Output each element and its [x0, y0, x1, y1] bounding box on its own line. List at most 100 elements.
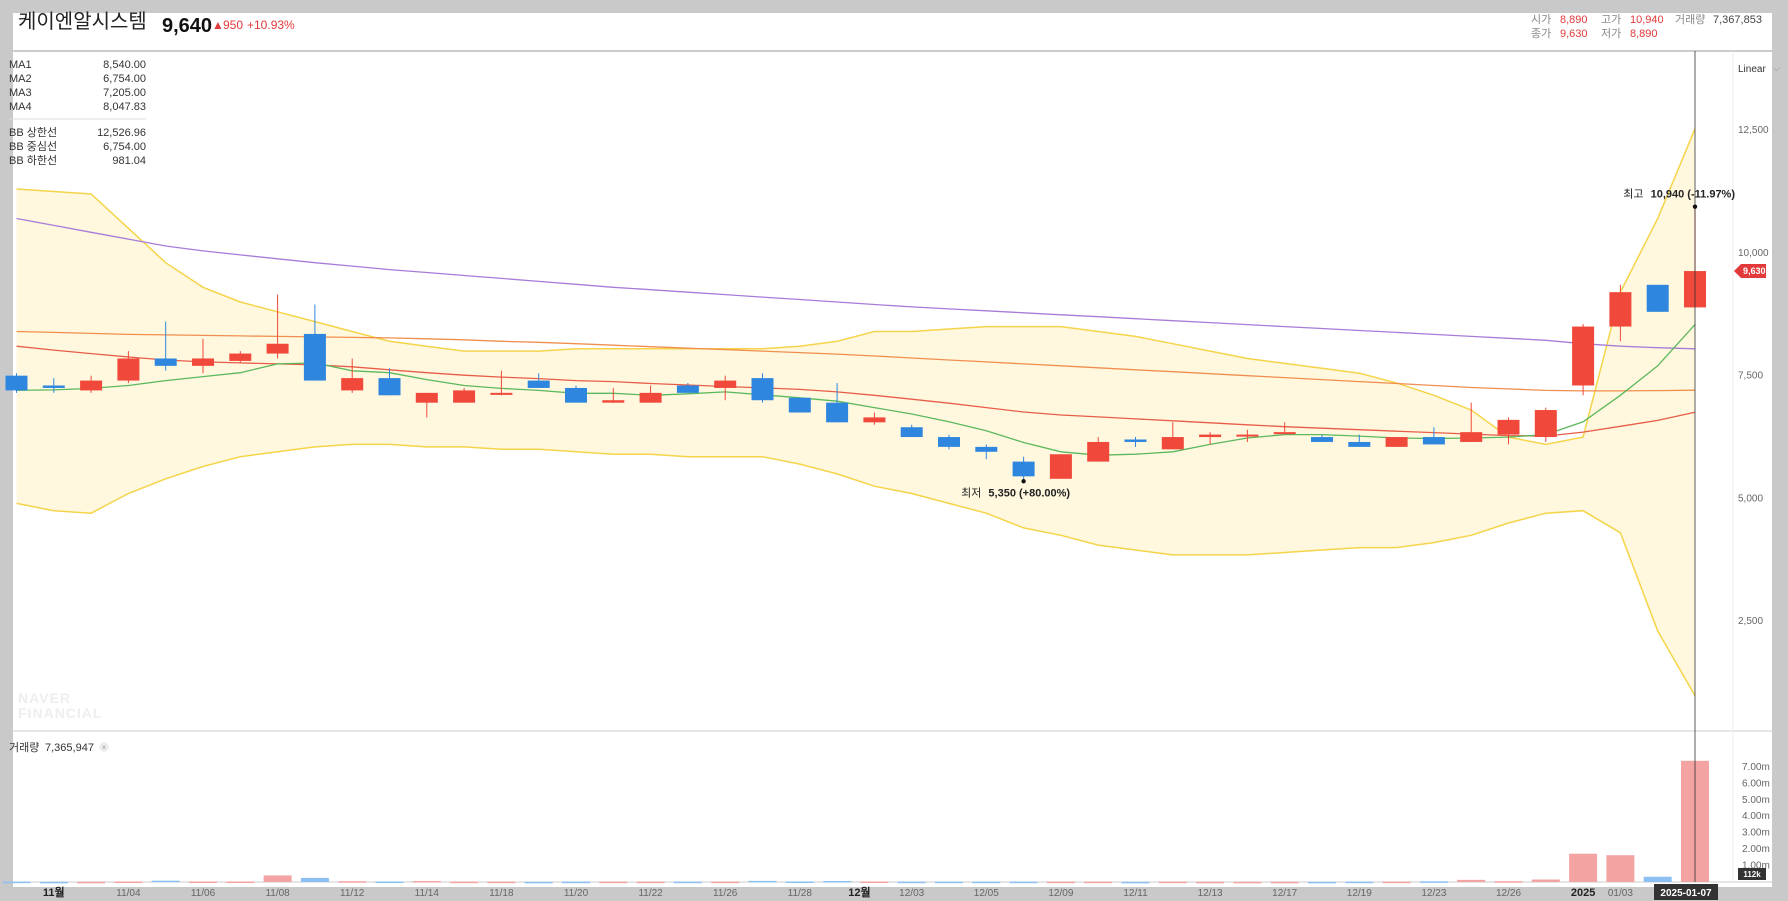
date-tag-text: 2025-01-07: [1660, 888, 1712, 899]
close-label: 종가: [1531, 27, 1551, 40]
y-tick-label: 10,000: [1738, 248, 1769, 259]
x-tick-label: 12/03: [899, 888, 924, 899]
y-tick-label: 5,000: [1738, 493, 1763, 504]
candle-body: [1572, 326, 1595, 386]
high-annotation-text: 10,940 (-11.97%): [1651, 189, 1736, 201]
x-tick-label: 11/04: [116, 888, 141, 899]
candle-body: [1087, 441, 1110, 462]
low-label: 저가: [1601, 27, 1621, 40]
volume-bar: [338, 881, 367, 883]
x-tick-label: 11/08: [265, 888, 290, 899]
candle-body: [676, 385, 699, 393]
watermark-line2: FINANCIAL: [18, 705, 102, 721]
candle-body: [826, 402, 849, 423]
volume-bar: [1345, 881, 1374, 884]
x-tick-label: 12/05: [974, 888, 999, 899]
candle-body: [1049, 454, 1072, 479]
volume-bar: [748, 880, 777, 883]
volume-bar: [375, 881, 404, 884]
low-annotation: 최저 5,350 (+80.00%): [961, 486, 1070, 499]
change-abs: 950: [223, 18, 243, 32]
x-tick-label: 11/20: [564, 888, 589, 899]
volume-panel-label: 거래량: [9, 741, 39, 754]
volume-bar: [151, 880, 180, 883]
x-tick-label: 11/18: [489, 888, 514, 899]
volume-bar: [450, 881, 479, 884]
candle-body: [42, 385, 65, 388]
y-tick-label: 7,500: [1738, 371, 1763, 382]
x-axis-ticks: 11월 11/04 11/06 11/08 11/12 11/14 11/18 11/20 11…: [43, 885, 1633, 899]
low-annotation-label: 최저: [961, 486, 981, 499]
candle-body: [1385, 437, 1408, 447]
legend-ma2-name: MA2: [9, 73, 32, 85]
x-tick-label: 11월: [43, 885, 65, 899]
candle: [1646, 284, 1669, 312]
candle-body: [154, 358, 177, 366]
volume-bar: [1158, 881, 1187, 884]
scale-selector[interactable]: Linear ⌵: [1738, 63, 1780, 75]
high-marker: [1692, 204, 1698, 209]
volume-bar: [1196, 881, 1225, 884]
current-price-tag-text: 9,630: [1743, 266, 1766, 276]
volume-bar: [487, 881, 516, 884]
low-marker: [1021, 479, 1026, 484]
x-tick-label: 12/17: [1272, 888, 1297, 899]
legend-bb-upper-value: 12,526.96: [97, 127, 146, 139]
candle-body: [1422, 437, 1445, 445]
x-tick-label: 2025: [1571, 887, 1595, 899]
y-tick-label: 12,500: [1738, 125, 1769, 136]
legend-bb-lower-value: 981.04: [112, 155, 146, 167]
volume-bar: [300, 877, 329, 882]
candle-body: [1273, 432, 1296, 435]
candle-body: [1236, 434, 1259, 437]
x-tick-label: 12/23: [1421, 888, 1446, 899]
high-annotation-label: 최고: [1623, 188, 1643, 201]
close-icon: ×: [102, 743, 107, 752]
candle-body: [5, 375, 28, 391]
close-value: 9,630: [1560, 28, 1588, 40]
stock-chart: 케이엔알시스템 9,640 ▲ 950 +10.93% 시가 8,890 고가 …: [2, 10, 1780, 900]
candle: [1534, 407, 1557, 442]
candle-body: [527, 380, 550, 388]
high-label: 고가: [1601, 13, 1621, 26]
legend-bb-upper-name: BB 상한선: [9, 126, 57, 139]
volume-bar: [2, 881, 31, 884]
volume-bar: [1569, 853, 1598, 882]
legend-ma1-value: 8,540.00: [103, 59, 146, 71]
volume-bar: [524, 881, 553, 884]
volume-bar: [1643, 876, 1672, 882]
x-tick-label: 12/19: [1347, 888, 1372, 899]
legend-ma2-value: 6,754.00: [103, 73, 146, 85]
candle-body: [303, 333, 326, 381]
volume-bar: [189, 881, 217, 884]
volume-bar: [1270, 881, 1299, 884]
x-tick-label: 11/26: [713, 888, 738, 899]
open-label: 시가: [1531, 13, 1551, 26]
candle-body: [229, 353, 252, 361]
volume-bar: [263, 875, 292, 882]
x-tick-label: 12/09: [1048, 888, 1073, 899]
candle-body: [938, 437, 960, 447]
volume-label: 거래량: [1675, 13, 1705, 26]
volume-bar: [39, 881, 68, 884]
x-tick-label: 11/28: [788, 888, 813, 899]
volume-bar: [636, 881, 665, 884]
current-price: 9,640: [162, 15, 212, 37]
candle-body: [788, 397, 811, 413]
scale-selector-label: Linear: [1738, 64, 1766, 75]
volume-settings-button[interactable]: ×: [99, 742, 109, 752]
candle-body: [1161, 437, 1184, 450]
x-tick-label: 11/12: [340, 888, 365, 899]
volume-bar: [935, 881, 963, 884]
volume-bar: [711, 881, 740, 884]
candle-body: [490, 392, 513, 395]
volume-bar: [972, 881, 1001, 884]
low-annotation-text: 5,350 (+80.00%): [988, 487, 1070, 499]
candle-body: [80, 380, 103, 391]
legend-ma3-name: MA3: [9, 87, 32, 99]
candle-body: [192, 358, 214, 366]
candle-body: [117, 358, 140, 381]
chevron-down-icon: ⌵: [1773, 63, 1780, 73]
volume-bar: [226, 881, 255, 884]
volume-bar: [1308, 881, 1336, 884]
